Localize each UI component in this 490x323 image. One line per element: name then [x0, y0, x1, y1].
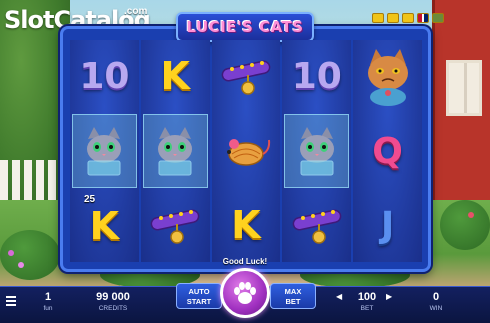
- lines-label: fun: [43, 305, 53, 312]
- symbol-j: J: [380, 204, 395, 246]
- barn-window: [446, 60, 482, 116]
- reel-grid: 10 K 25 K K 10 Q J: [70, 40, 422, 262]
- info-icon[interactable]: [387, 13, 399, 23]
- bet-display: 100 BET: [350, 291, 384, 312]
- kitten-icon: [158, 127, 193, 176]
- symbol-q: Q: [372, 130, 403, 172]
- win-value: 0: [432, 291, 440, 303]
- reel-symbol: [141, 190, 210, 262]
- symbol-number: 10: [79, 55, 130, 97]
- menu-icon[interactable]: [6, 296, 16, 306]
- kitten-icon: [87, 127, 122, 176]
- reel-symbol: 10: [282, 40, 351, 112]
- auto-start-label-line2: START: [186, 297, 212, 306]
- win-display: 0 WIN: [424, 291, 448, 312]
- symbol-k: K: [89, 204, 120, 248]
- flower: [18, 262, 24, 268]
- lines-value: 1: [44, 291, 52, 303]
- spin-button[interactable]: [220, 268, 270, 318]
- reel-symbol: [282, 190, 351, 262]
- flower: [468, 212, 474, 218]
- bet-increase-button[interactable]: ▶: [386, 292, 392, 301]
- orange-cat-icon: [367, 49, 408, 106]
- status-message: Good Luck!: [222, 257, 268, 266]
- reel-symbol: K: [212, 188, 281, 262]
- bet-value: 100: [357, 291, 377, 303]
- reel-symbol: Q: [353, 114, 422, 188]
- reel-symbol: [353, 40, 422, 114]
- reel-1: 10 K 25: [70, 40, 139, 262]
- credits-display: 99 000 CREDITS: [88, 291, 138, 312]
- auto-start-button[interactable]: AUTO START: [176, 283, 222, 309]
- reel-symbol: [212, 114, 281, 188]
- sound-icon[interactable]: [402, 13, 414, 23]
- lines-display: 1 fun: [34, 291, 62, 312]
- symbol-number: 10: [291, 55, 342, 97]
- top-icons: [372, 13, 444, 23]
- flower: [8, 250, 14, 256]
- max-bet-button[interactable]: MAX BET: [270, 283, 316, 309]
- bet-decrease-button[interactable]: ◀: [336, 292, 342, 301]
- reel-3: K: [211, 40, 281, 262]
- reel-symbol: [72, 114, 137, 188]
- settings-icon[interactable]: [432, 13, 444, 23]
- reel-symbol: [212, 40, 281, 114]
- symbol-k: K: [231, 203, 261, 247]
- credits-label: CREDITS: [98, 305, 128, 312]
- reel-2: K: [140, 40, 210, 262]
- reel-4: 10: [282, 40, 352, 262]
- paw-icon: [234, 282, 256, 304]
- kitten-icon: [299, 127, 334, 176]
- toy-mouse-icon: [226, 139, 271, 166]
- collar-icon: [292, 209, 342, 244]
- reel-5: QJ: [353, 40, 422, 262]
- credits-value: 99 000: [96, 291, 130, 303]
- multiplier-badge: 25: [84, 194, 96, 205]
- bush: [440, 200, 490, 250]
- bet-label: BET: [360, 305, 374, 312]
- language-flag-icon[interactable]: [417, 13, 429, 23]
- reel-symbol: K: [141, 40, 210, 112]
- max-bet-label-line1: MAX: [284, 287, 302, 296]
- reel-symbol: K 25: [70, 190, 139, 262]
- game-title: LUCIE'S CATS: [186, 18, 304, 36]
- win-label: WIN: [429, 305, 443, 312]
- collar-icon: [221, 60, 271, 95]
- collar-icon: [150, 209, 200, 244]
- reel-symbol: [284, 114, 350, 188]
- symbol-k: K: [160, 54, 190, 98]
- max-bet-label-line2: BET: [285, 297, 301, 306]
- reel-symbol: J: [353, 188, 422, 262]
- site-logo-suffix: .com: [124, 6, 148, 17]
- auto-start-label-line1: AUTO: [188, 287, 210, 296]
- reel-symbol: 10: [70, 40, 139, 112]
- reel-symbol: [142, 114, 208, 188]
- game-title-banner: LUCIE'S CATS: [176, 12, 314, 42]
- paytable-icon[interactable]: [372, 13, 384, 23]
